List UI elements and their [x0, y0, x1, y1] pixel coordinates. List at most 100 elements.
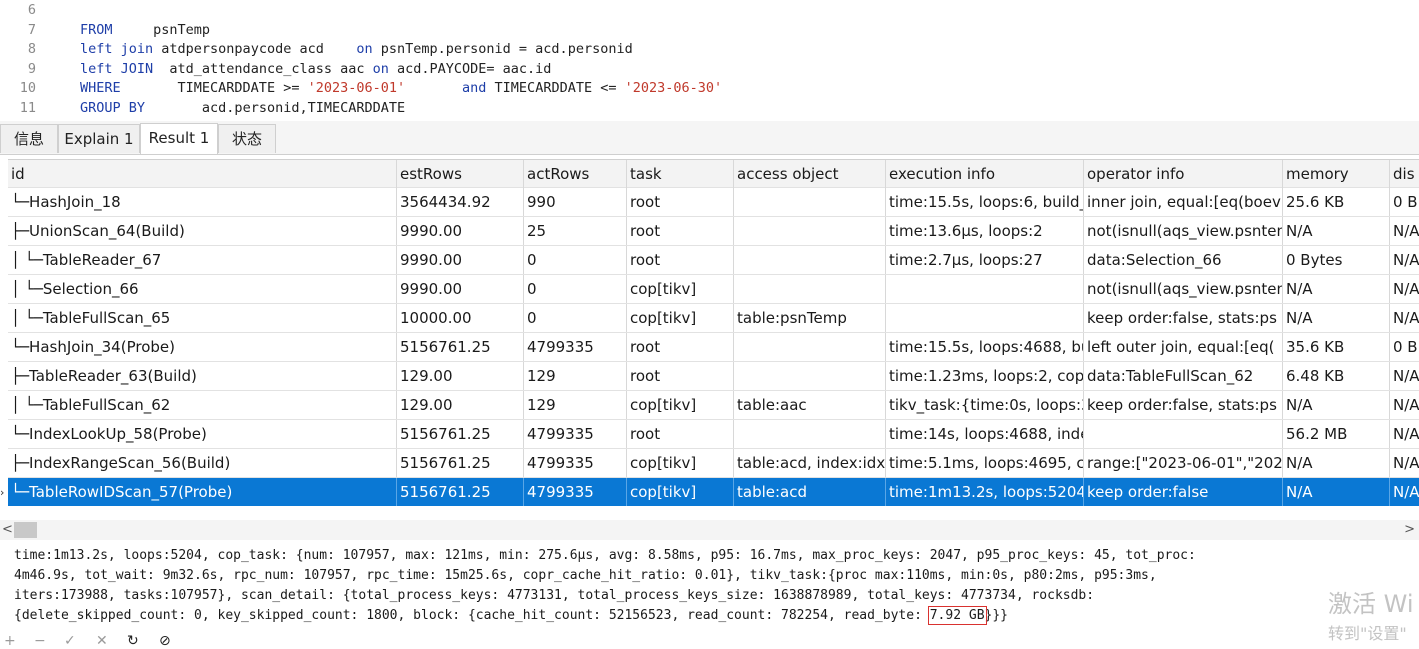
table-cell[interactable]: N/A	[1283, 478, 1390, 506]
table-cell[interactable]: root	[627, 188, 734, 216]
table-cell[interactable]: 0 B	[1390, 188, 1419, 216]
table-cell[interactable]: root	[627, 362, 734, 390]
table-cell[interactable]: │ └─TableReader_67	[8, 246, 397, 274]
column-header-id[interactable]: id	[8, 160, 397, 188]
table-cell[interactable]: N/A	[1283, 275, 1390, 303]
table-cell[interactable]: 4799335	[524, 420, 627, 448]
table-cell[interactable]: 0	[524, 304, 627, 332]
table-cell[interactable]: 9990.00	[397, 246, 524, 274]
column-header-task[interactable]: task	[627, 160, 734, 188]
table-cell[interactable]: 9990.00	[397, 275, 524, 303]
table-row[interactable]: └─TableRowIDScan_57(Probe) 5156761.25 4799…	[8, 478, 1419, 506]
table-cell[interactable]: cop[tikv]	[627, 275, 734, 303]
table-cell[interactable]: data:Selection_66	[1084, 246, 1283, 274]
table-cell[interactable]: range:["2023-06-01","202	[1084, 449, 1283, 477]
stop-icon[interactable]: ⊘	[159, 634, 171, 648]
tab-status[interactable]: 状态	[218, 124, 276, 153]
table-cell[interactable]: time:15.5s, loops:4688, bu	[886, 333, 1084, 361]
table-row[interactable]: └─IndexLookUp_58(Probe) 5156761.25 4799335…	[8, 420, 1419, 449]
table-cell[interactable]: ├─UnionScan_64(Build)	[8, 217, 397, 245]
table-cell[interactable]: time:15.5s, loops:6, build_	[886, 188, 1084, 216]
table-cell[interactable]: 25.6 KB	[1283, 188, 1390, 216]
table-cell[interactable]: N/A	[1390, 449, 1419, 477]
table-cell[interactable]: 3564434.92	[397, 188, 524, 216]
table-cell[interactable]: N/A	[1283, 391, 1390, 419]
scrollbar-thumb[interactable]	[14, 522, 37, 538]
table-cell[interactable]	[734, 275, 886, 303]
discard-changes-icon[interactable]: ✕	[96, 634, 108, 648]
table-cell[interactable]: table:acd, index:idx	[734, 449, 886, 477]
table-cell[interactable]: 0	[524, 246, 627, 274]
column-header-operator-info[interactable]: operator info	[1084, 160, 1283, 188]
delete-record-icon[interactable]: −	[34, 634, 46, 648]
table-cell[interactable]: table:psnTemp	[734, 304, 886, 332]
table-cell[interactable]: time:14s, loops:4688, inde	[886, 420, 1084, 448]
table-cell[interactable]: keep order:false	[1084, 478, 1283, 506]
table-cell[interactable]: │ └─TableFullScan_62	[8, 391, 397, 419]
scroll-right-icon[interactable]: >	[1404, 522, 1415, 537]
table-cell[interactable]: 5156761.25	[397, 449, 524, 477]
apply-changes-icon[interactable]: ✓	[64, 634, 76, 648]
result-grid[interactable]: id estRows actRows task access object executi…	[0, 159, 1419, 506]
table-row[interactable]: │ └─TableReader_67 9990.00 0 root time:2.7µs…	[8, 246, 1419, 275]
table-row[interactable]: └─HashJoin_34(Probe) 5156761.25 4799335 roo…	[8, 333, 1419, 362]
sql-editor[interactable]: 6 7 FROM psnTemp 8 left join atdpersonpaycod…	[0, 0, 1419, 121]
table-row[interactable]: │ └─Selection_66 9990.00 0 cop[tikv] not(isn…	[8, 275, 1419, 304]
table-cell[interactable]: root	[627, 333, 734, 361]
tab-explain-1[interactable]: Explain 1	[58, 124, 140, 153]
table-cell[interactable]: └─TableRowIDScan_57(Probe)	[8, 478, 397, 506]
table-cell[interactable]: N/A	[1390, 362, 1419, 390]
table-row[interactable]: ├─TableReader_63(Build) 129.00 129 root time…	[8, 362, 1419, 391]
table-cell[interactable]	[734, 188, 886, 216]
table-cell[interactable]: table:acd	[734, 478, 886, 506]
table-cell[interactable]: cop[tikv]	[627, 478, 734, 506]
table-cell[interactable]: 56.2 MB	[1283, 420, 1390, 448]
table-cell[interactable]	[886, 304, 1084, 332]
refresh-icon[interactable]: ↻	[127, 634, 139, 648]
table-cell[interactable]	[734, 217, 886, 245]
table-cell[interactable]: N/A	[1283, 449, 1390, 477]
table-cell[interactable]: 5156761.25	[397, 420, 524, 448]
table-cell[interactable]: cop[tikv]	[627, 391, 734, 419]
column-header-actRows[interactable]: actRows	[524, 160, 627, 188]
table-cell[interactable]: N/A	[1390, 478, 1419, 506]
table-cell[interactable]: 0 Bytes	[1283, 246, 1390, 274]
table-cell[interactable]: N/A	[1283, 217, 1390, 245]
table-cell[interactable]: 25	[524, 217, 627, 245]
table-cell[interactable]: cop[tikv]	[627, 449, 734, 477]
table-cell[interactable]: └─HashJoin_34(Probe)	[8, 333, 397, 361]
table-cell[interactable]: time:2.7µs, loops:27	[886, 246, 1084, 274]
table-cell[interactable]: time:13.6µs, loops:2	[886, 217, 1084, 245]
table-cell[interactable]: root	[627, 217, 734, 245]
table-cell[interactable]: N/A	[1390, 304, 1419, 332]
table-cell[interactable]: 129	[524, 362, 627, 390]
column-header-memory[interactable]: memory	[1283, 160, 1390, 188]
table-cell[interactable]	[1084, 420, 1283, 448]
table-cell[interactable]: ├─TableReader_63(Build)	[8, 362, 397, 390]
table-cell[interactable]: keep order:false, stats:ps	[1084, 391, 1283, 419]
table-cell[interactable]: time:5.1ms, loops:4695, c	[886, 449, 1084, 477]
table-cell[interactable]: │ └─TableFullScan_65	[8, 304, 397, 332]
table-cell[interactable]: left outer join, equal:[eq(	[1084, 333, 1283, 361]
table-cell[interactable]: N/A	[1390, 391, 1419, 419]
horizontal-scrollbar[interactable]: < >	[0, 520, 1419, 540]
table-cell[interactable]: └─HashJoin_18	[8, 188, 397, 216]
add-record-icon[interactable]: +	[4, 634, 16, 648]
table-cell[interactable]	[734, 362, 886, 390]
tab-info[interactable]: 信息	[0, 124, 58, 153]
table-cell[interactable]: 129.00	[397, 362, 524, 390]
table-cell[interactable]: N/A	[1390, 275, 1419, 303]
table-cell[interactable]: keep order:false, stats:ps	[1084, 304, 1283, 332]
table-cell[interactable]: 0	[524, 275, 627, 303]
table-cell[interactable]: 5156761.25	[397, 333, 524, 361]
table-cell[interactable]: table:aac	[734, 391, 886, 419]
table-row[interactable]: │ └─TableFullScan_62 129.00 129 cop[tikv] ta…	[8, 391, 1419, 420]
column-header-estRows[interactable]: estRows	[397, 160, 524, 188]
table-row[interactable]: ├─IndexRangeScan_56(Build) 5156761.25 4799…	[8, 449, 1419, 478]
table-cell[interactable]	[734, 420, 886, 448]
table-cell[interactable]: 4799335	[524, 478, 627, 506]
table-cell[interactable]: 4799335	[524, 333, 627, 361]
table-row[interactable]: ├─UnionScan_64(Build) 9990.00 25 root time:1…	[8, 217, 1419, 246]
table-cell[interactable]: cop[tikv]	[627, 304, 734, 332]
table-cell[interactable]: not(isnull(aqs_view.psnten	[1084, 217, 1283, 245]
